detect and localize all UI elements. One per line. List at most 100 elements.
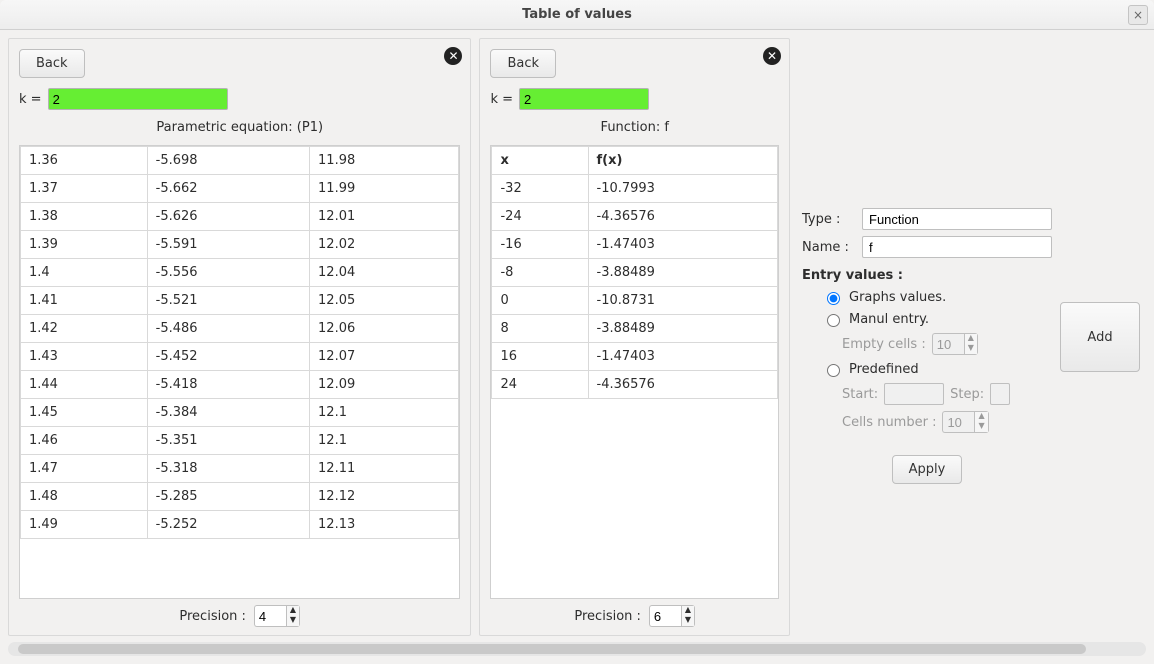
k-input[interactable] xyxy=(48,88,228,110)
precision-input[interactable] xyxy=(254,605,286,627)
table-cell: 12.05 xyxy=(310,287,459,315)
radio-graphs-values[interactable] xyxy=(827,292,840,305)
table-row[interactable]: 1.36-5.69811.98 xyxy=(21,147,459,175)
spin-down-icon[interactable]: ▼ xyxy=(287,616,299,626)
table-cell: 1.43 xyxy=(21,343,148,371)
table-header[interactable]: x xyxy=(492,147,588,175)
back-button[interactable]: Back xyxy=(490,49,556,78)
radio-manual-entry[interactable] xyxy=(827,314,840,327)
parametric-table-scroll[interactable]: 1.36-5.69811.981.37-5.66211.991.38-5.626… xyxy=(19,145,460,599)
table-row[interactable]: 1.4-5.55612.04 xyxy=(21,259,459,287)
window-title: Table of values xyxy=(522,7,632,22)
table-cell: 1.47 xyxy=(21,455,148,483)
precision-spin[interactable]: ▲ ▼ xyxy=(254,605,300,627)
parametric-table: 1.36-5.69811.981.37-5.66211.991.38-5.626… xyxy=(20,146,459,539)
panel-parametric: ✕ Back k = Parametric equation: (P1) 1.3… xyxy=(8,38,471,636)
table-row[interactable]: 8-3.88489 xyxy=(492,315,778,343)
table-cell: -10.8731 xyxy=(588,287,778,315)
table-cell: 1.38 xyxy=(21,203,148,231)
table-cell: 24 xyxy=(492,371,588,399)
table-cell: -5.418 xyxy=(147,371,309,399)
table-row[interactable]: 1.49-5.25212.13 xyxy=(21,511,459,539)
table-row[interactable]: 1.43-5.45212.07 xyxy=(21,343,459,371)
table-row[interactable]: -24-4.36576 xyxy=(492,203,778,231)
table-row[interactable]: -8-3.88489 xyxy=(492,259,778,287)
scrollbar-thumb[interactable] xyxy=(18,644,1086,654)
type-input[interactable] xyxy=(862,208,1052,230)
table-cell: 1.48 xyxy=(21,483,148,511)
table-cell: -5.351 xyxy=(147,427,309,455)
add-button[interactable]: Add xyxy=(1060,302,1140,372)
table-row[interactable]: 1.37-5.66211.99 xyxy=(21,175,459,203)
radio-graphs-label: Graphs values. xyxy=(849,290,946,305)
horizontal-scrollbar[interactable] xyxy=(8,642,1146,656)
name-label: Name : xyxy=(802,240,856,255)
table-cell: 1.42 xyxy=(21,315,148,343)
apply-button[interactable]: Apply xyxy=(892,455,963,484)
table-row[interactable]: 0-10.8731 xyxy=(492,287,778,315)
table-row[interactable]: 24-4.36576 xyxy=(492,371,778,399)
right-side: Type : Name : Entry values : Graphs valu… xyxy=(798,38,1146,636)
table-cell: -5.662 xyxy=(147,175,309,203)
table-cell: -3.88489 xyxy=(588,315,778,343)
table-row[interactable]: 1.38-5.62612.01 xyxy=(21,203,459,231)
radio-predefined[interactable] xyxy=(827,364,840,377)
close-icon: × xyxy=(1133,8,1143,22)
table-row[interactable]: 16-1.47403 xyxy=(492,343,778,371)
back-button[interactable]: Back xyxy=(19,49,85,78)
k-label: k = xyxy=(490,92,513,107)
close-icon: ✕ xyxy=(767,49,777,63)
spin-down-icon[interactable]: ▼ xyxy=(682,616,694,626)
table-cell: -16 xyxy=(492,231,588,259)
spin-down-icon: ▼ xyxy=(975,422,987,432)
function-table: xf(x) -32-10.7993-24-4.36576-16-1.47403-… xyxy=(491,146,778,399)
precision-spin[interactable]: ▲ ▼ xyxy=(649,605,695,627)
table-row[interactable]: 1.45-5.38412.1 xyxy=(21,399,459,427)
panel-function: ✕ Back k = Function: f xf(x) -32-10.7993… xyxy=(479,38,790,636)
step-label: Step: xyxy=(950,387,984,402)
table-cell: 8 xyxy=(492,315,588,343)
table-cell: -1.47403 xyxy=(588,343,778,371)
table-row[interactable]: 1.48-5.28512.12 xyxy=(21,483,459,511)
type-label: Type : xyxy=(802,212,856,227)
name-input[interactable] xyxy=(862,236,1052,258)
table-cell: -5.318 xyxy=(147,455,309,483)
table-cell: 1.44 xyxy=(21,371,148,399)
table-row[interactable]: 1.44-5.41812.09 xyxy=(21,371,459,399)
form-column: Type : Name : Entry values : Graphs valu… xyxy=(802,38,1052,636)
table-row[interactable]: 1.41-5.52112.05 xyxy=(21,287,459,315)
close-icon: ✕ xyxy=(448,49,458,63)
table-cell: 12.1 xyxy=(310,399,459,427)
table-cell: 12.06 xyxy=(310,315,459,343)
table-cell: -5.486 xyxy=(147,315,309,343)
table-cell: -8 xyxy=(492,259,588,287)
k-input[interactable] xyxy=(519,88,649,110)
table-cell: -1.47403 xyxy=(588,231,778,259)
window-close-button[interactable]: × xyxy=(1128,5,1148,25)
empty-cells-spin: ▲ ▼ xyxy=(932,333,978,355)
panel-close-button[interactable]: ✕ xyxy=(763,47,781,65)
table-row[interactable]: 1.46-5.35112.1 xyxy=(21,427,459,455)
table-cell: 0 xyxy=(492,287,588,315)
table-cell: 1.45 xyxy=(21,399,148,427)
table-row[interactable]: -16-1.47403 xyxy=(492,231,778,259)
table-cell: 11.98 xyxy=(310,147,459,175)
table-cell: 16 xyxy=(492,343,588,371)
table-cell: 12.1 xyxy=(310,427,459,455)
entry-values-label: Entry values : xyxy=(802,268,1052,283)
table-row[interactable]: 1.47-5.31812.11 xyxy=(21,455,459,483)
table-cell: -3.88489 xyxy=(588,259,778,287)
function-table-scroll[interactable]: xf(x) -32-10.7993-24-4.36576-16-1.47403-… xyxy=(490,145,779,599)
precision-input[interactable] xyxy=(649,605,681,627)
table-row[interactable]: 1.39-5.59112.02 xyxy=(21,231,459,259)
table-cell: 12.01 xyxy=(310,203,459,231)
radio-manual-label: Manul entry. xyxy=(849,312,929,327)
table-cell: -10.7993 xyxy=(588,175,778,203)
table-header[interactable]: f(x) xyxy=(588,147,778,175)
precision-label: Precision : xyxy=(574,609,641,624)
cells-number-label: Cells number : xyxy=(842,415,936,430)
table-cell: -5.626 xyxy=(147,203,309,231)
table-row[interactable]: -32-10.7993 xyxy=(492,175,778,203)
radio-predefined-label: Predefined xyxy=(849,362,919,377)
table-row[interactable]: 1.42-5.48612.06 xyxy=(21,315,459,343)
